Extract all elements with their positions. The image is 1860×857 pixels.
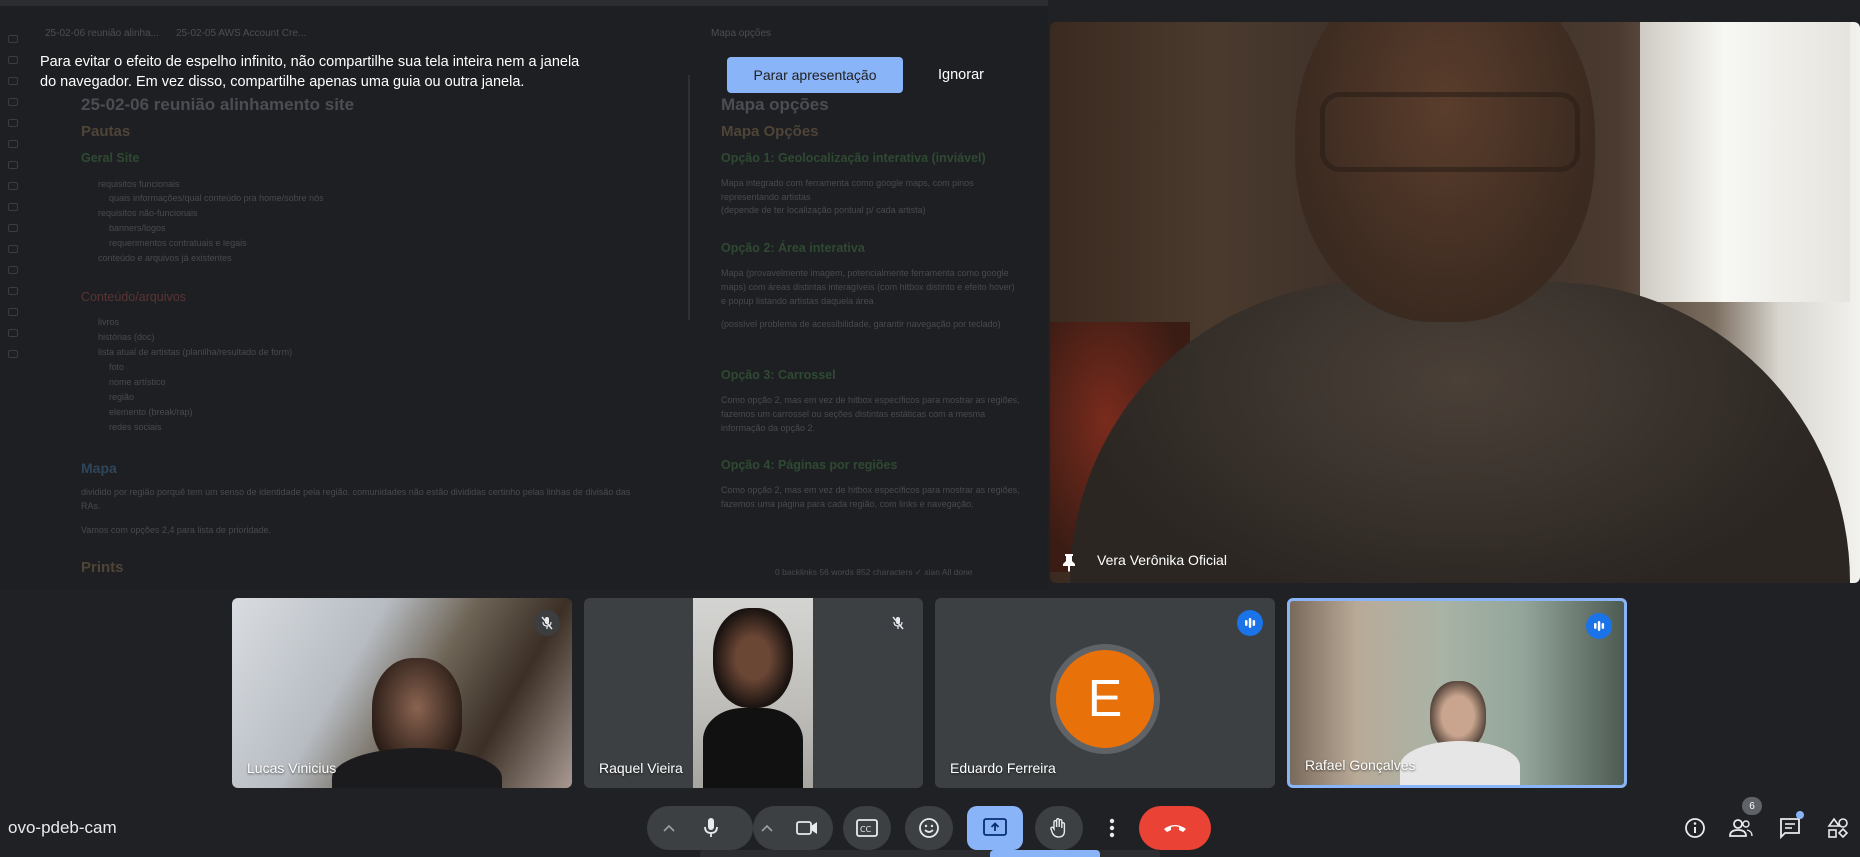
participant-video	[1400, 741, 1520, 785]
avatar: E	[1050, 644, 1160, 754]
doc-list-item: histórias (doc)	[98, 332, 155, 342]
more-options-icon[interactable]	[1090, 806, 1134, 850]
participant-tile[interactable]: Lucas Vinicius	[232, 598, 572, 788]
activities-icon[interactable]	[1824, 814, 1852, 842]
speaker-glasses	[1320, 92, 1580, 172]
mic-off-icon	[534, 610, 560, 636]
doc-heading: Mapa	[81, 460, 117, 476]
pin-icon[interactable]	[1060, 552, 1078, 572]
doc-heading: Geral Site	[81, 151, 140, 165]
doc-heading: Opção 2: Área interativa	[721, 241, 865, 255]
participant-name: Raquel Vieira	[599, 760, 683, 776]
doc-paragraph: (possível problema de acessibilidade, ga…	[721, 319, 1001, 329]
doc-list-item: lista atual de artistas (planilha/result…	[98, 347, 293, 357]
doc-paragraph: Mapa (provavelmente imagem, potencialmen…	[721, 268, 1015, 306]
doc-heading: Pautas	[81, 123, 131, 140]
participant-video	[332, 748, 502, 788]
main-speaker-name: Vera Verônika Oficial	[1097, 552, 1227, 568]
doc-heading: Conteúdo/arquivos	[81, 290, 186, 304]
editor-tab: 25-02-06 reunião alinha...	[45, 28, 159, 39]
share-warning-line: Para evitar o efeito de espelho infinito…	[40, 54, 580, 70]
svg-text:CC: CC	[860, 825, 872, 834]
stop-presenting-button[interactable]: Parar apresentação	[727, 57, 903, 93]
share-warning-line: do navegador. Em vez disso, compartilhe …	[40, 74, 525, 90]
editor-tab: Mapa opções	[711, 28, 772, 39]
doc-heading: Prints	[81, 559, 124, 576]
audio-level-icon	[1237, 610, 1263, 636]
video-background-window	[1640, 22, 1850, 302]
doc-paragraph: Como opção 2, mas em vez de hitbox espec…	[721, 485, 1020, 509]
participant-name: Rafael Gonçalves	[1305, 757, 1416, 773]
sharing-indicator-bar	[700, 850, 1160, 857]
doc-list-item: foto	[109, 362, 125, 372]
chevron-up-icon[interactable]	[753, 806, 781, 850]
doc-list-item: requisitos funcionais	[98, 179, 180, 189]
chat-notification-dot	[1796, 811, 1804, 819]
doc-paragraph: dividido por região porquê tem um senso …	[81, 487, 631, 511]
camera-icon[interactable]	[783, 806, 831, 850]
doc-title: Mapa opções	[721, 95, 829, 114]
ignore-warning-button[interactable]: Ignorar	[920, 57, 1002, 93]
doc-paragraph: Vamos com opções 2,4 para lista de prior…	[81, 525, 271, 535]
presentation-top-bar	[0, 0, 1048, 6]
doc-paragraph: Mapa integrado com ferramenta como googl…	[721, 178, 974, 202]
participant-video	[693, 598, 813, 788]
main-speaker-video[interactable]	[1050, 22, 1860, 583]
participant-name: Lucas Vinicius	[247, 760, 337, 776]
pane-divider	[688, 75, 690, 320]
info-icon[interactable]	[1681, 814, 1709, 842]
participant-tile[interactable]: Raquel Vieira	[584, 598, 923, 788]
doc-list-item: banners/logos	[109, 223, 166, 233]
captions-icon[interactable]: CC	[843, 806, 891, 850]
speaker-head	[1295, 22, 1595, 322]
doc-heading: Opção 3: Carrossel	[721, 368, 836, 382]
share-warning-message: Para evitar o efeito de espelho infinito…	[40, 52, 630, 92]
doc-heading: Mapa Opções	[721, 123, 819, 140]
meeting-code: ovo-pdeb-cam	[8, 818, 117, 837]
present-screen-icon[interactable]	[967, 806, 1023, 850]
editor-status-bar: 0 backlinks 56 words 852 characters ✓ xi…	[775, 567, 973, 577]
doc-list-item: nome artístico	[109, 377, 166, 387]
doc-title: 25-02-06 reunião alinhamento site	[81, 95, 355, 114]
doc-paragraph: (depende de ter localização pontual p/ c…	[721, 205, 926, 215]
doc-heading: Opção 1: Geolocalização interativa (invi…	[721, 151, 986, 165]
doc-paragraph: Como opção 2, mas em vez de hitbox espec…	[721, 395, 1020, 433]
microphone-icon[interactable]	[687, 806, 735, 850]
audio-level-icon	[1586, 613, 1612, 639]
leave-call-icon[interactable]	[1139, 806, 1211, 850]
presentation-left-rail	[0, 22, 26, 442]
doc-list-item: conteúdo e arquivos já existentes	[98, 253, 232, 263]
doc-list-item: região	[109, 392, 135, 402]
doc-list-item: livros	[98, 317, 120, 327]
people-icon[interactable]	[1727, 814, 1755, 842]
participant-tile[interactable]: Rafael Gonçalves	[1287, 598, 1627, 788]
chevron-up-icon[interactable]	[655, 806, 683, 850]
doc-list-item: requisitos não-funcionais	[98, 208, 198, 218]
doc-list-item: requerimentos contratuais e legais	[109, 238, 247, 248]
doc-heading: Opção 4: Páginas por regiões	[721, 458, 898, 472]
editor-tab: 25-02-05 AWS Account Cre...	[176, 28, 307, 39]
doc-list-item: quais informações/qual conteúdo pra home…	[109, 193, 324, 203]
participant-name: Eduardo Ferreira	[950, 760, 1056, 776]
mic-off-icon	[885, 610, 911, 636]
doc-list-item: elemento (break/rap)	[109, 407, 193, 417]
emoji-icon[interactable]	[905, 806, 953, 850]
raise-hand-icon[interactable]	[1035, 806, 1083, 850]
people-count-badge: 6	[1742, 797, 1762, 815]
doc-list-item: redes sociais	[109, 422, 162, 432]
